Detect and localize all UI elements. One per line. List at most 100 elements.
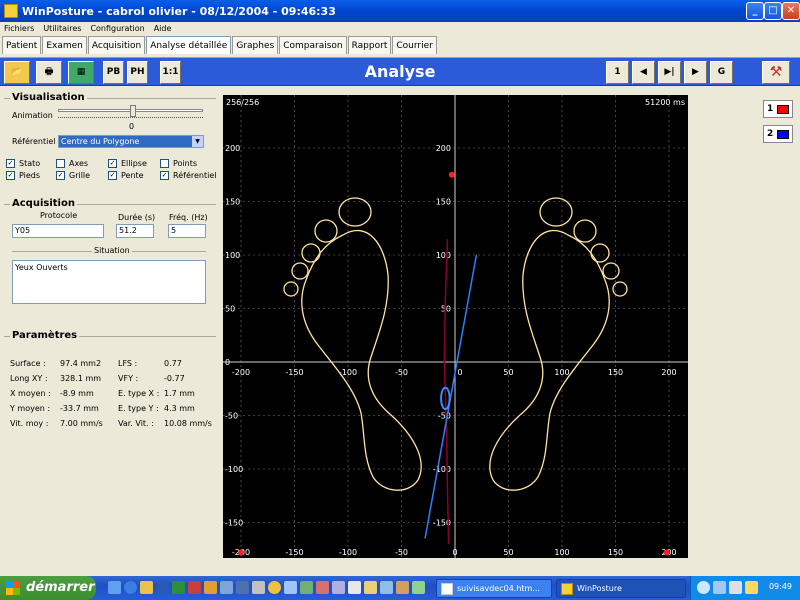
tab-courrier[interactable]: Courrier (392, 36, 437, 54)
referentiel-select[interactable]: Centre du Polygone ▼ (58, 135, 204, 148)
acquisition-group: Acquisition Protocole Durée (s) Fréq. (H… (4, 198, 216, 319)
outer-y-tick-label: 150 (225, 198, 240, 207)
menu-fichiers[interactable]: Fichiers (4, 22, 34, 35)
right-toe-5 (612, 281, 628, 297)
series-2-swatch (777, 130, 789, 139)
word-icon[interactable] (156, 581, 169, 594)
maximize-button[interactable]: □ (764, 2, 782, 20)
task-label-2: WinPosture (577, 584, 622, 593)
desktop-icon[interactable] (108, 581, 121, 594)
pb-button[interactable]: PB (103, 61, 124, 84)
vit-moy-value: 7.00 mm/s (60, 419, 103, 428)
situation-field[interactable]: Yeux Ouverts (12, 260, 206, 304)
explorer-icon[interactable] (140, 581, 153, 594)
next-button[interactable]: ▶ (684, 61, 707, 84)
long-xy-value: 328.1 mm (60, 374, 102, 383)
access-icon[interactable] (188, 581, 201, 594)
excel-icon[interactable] (172, 581, 185, 594)
app-icon-10[interactable] (268, 581, 281, 594)
pente-label: Pente (121, 171, 144, 180)
series-1-legend[interactable]: 1 (763, 100, 793, 118)
first-button[interactable]: 1 (606, 61, 629, 84)
ratio-button[interactable]: 1:1 (160, 61, 181, 84)
tab-graphes[interactable]: Graphes (232, 36, 279, 54)
inner-x-tick-label: -150 (285, 368, 303, 377)
menu-utilitaires[interactable]: Utilitaires (43, 22, 81, 35)
app-icon-11[interactable] (284, 581, 297, 594)
outer-x-tick-label: 50 (503, 548, 513, 557)
grille-checkbox[interactable]: ✓ (56, 171, 65, 180)
window-title: WinPosture - cabrol olivier - 08/12/2004… (22, 4, 336, 18)
start-label: démarrer (26, 580, 95, 595)
outer-x-tick-label: -50 (395, 548, 408, 557)
pente-checkbox[interactable]: ✓ (108, 171, 117, 180)
x-moyen-label: X moyen : (10, 389, 51, 398)
app-icon-9[interactable] (252, 581, 265, 594)
ie-icon[interactable] (124, 581, 137, 594)
minimize-button[interactable]: _ (746, 2, 764, 20)
animation-slider-thumb[interactable] (130, 105, 136, 117)
task-suivisavdec04[interactable]: suivisavdec04.htm... (436, 579, 552, 598)
posture-plot[interactable]: -200 -150 -100 -50 0 50 100 150 200 200 150 100 50 0 -… (223, 95, 688, 558)
app-icon-6[interactable] (204, 581, 217, 594)
right-toe-2 (573, 219, 597, 243)
app-icon-12[interactable] (300, 581, 313, 594)
prev-button[interactable]: ◀ (632, 61, 655, 84)
goto-button[interactable]: G (710, 61, 733, 84)
duree-label: Durée (s) (118, 213, 156, 222)
freq-field[interactable]: 5 (168, 224, 206, 238)
protocole-field[interactable]: Y05 (12, 224, 104, 238)
start-button[interactable]: démarrer (0, 576, 96, 600)
axes-checkbox[interactable] (56, 159, 65, 168)
play-end-button[interactable]: ▶| (658, 61, 681, 84)
app-icon-13[interactable] (316, 581, 329, 594)
app-icon-8[interactable] (236, 581, 249, 594)
open-icon[interactable]: 📂 (4, 61, 30, 84)
ph-button[interactable]: PH (127, 61, 148, 84)
left-toe-3 (301, 243, 321, 263)
tab-patient[interactable]: Patient (2, 36, 42, 54)
network-icon[interactable] (713, 581, 726, 594)
ellipse-checkbox[interactable]: ✓ (108, 159, 117, 168)
chevron-down-icon[interactable]: ▼ (192, 136, 203, 147)
help-icon[interactable] (697, 581, 710, 594)
app-icon-17[interactable] (380, 581, 393, 594)
left-toe-5 (283, 281, 299, 297)
series-2-legend[interactable]: 2 (763, 125, 793, 143)
etype-y-value: 4.3 mm (164, 404, 195, 413)
tab-acquisition[interactable]: Acquisition (87, 36, 146, 54)
tab-analyse-detaillee[interactable]: Analyse détaillée (146, 36, 232, 54)
left-panel: Visualisation Animation 0 Référentiel Ce… (4, 90, 216, 558)
duree-field[interactable]: 51.2 (116, 224, 154, 238)
axes-label: Axes (69, 159, 89, 168)
stato-checkbox[interactable]: ✓ (6, 159, 15, 168)
points-checkbox[interactable] (160, 159, 169, 168)
series-2-label: 2 (767, 129, 774, 139)
pieds-checkbox[interactable]: ✓ (6, 171, 15, 180)
tab-comparaison[interactable]: Comparaison (279, 36, 347, 54)
calculator-icon[interactable]: ▦ (68, 61, 94, 84)
visualisation-group: Visualisation Animation 0 Référentiel Ce… (4, 92, 216, 190)
menu-aide[interactable]: Aide (154, 22, 172, 35)
exit-icon[interactable]: ⚒ (762, 61, 790, 84)
x-moyen-value: -8.9 mm (60, 389, 94, 398)
slope-line (424, 254, 478, 539)
menu-configuration[interactable]: Configuration (90, 22, 144, 35)
windows-logo-icon (6, 581, 20, 595)
task-winposture[interactable]: WinPosture (556, 579, 686, 598)
volume-icon[interactable] (745, 581, 758, 594)
app-icon-16[interactable] (364, 581, 377, 594)
print-icon[interactable]: 🖶 (36, 61, 62, 84)
tab-examen[interactable]: Examen (42, 36, 87, 54)
inner-x-tick-label: 150 (608, 368, 623, 377)
plot-corner-left: 256/256 (226, 98, 259, 107)
tab-rapport[interactable]: Rapport (347, 36, 392, 54)
app-icon-18[interactable] (396, 581, 409, 594)
app-icon-7[interactable] (220, 581, 233, 594)
security-icon[interactable] (729, 581, 742, 594)
app-icon-14[interactable] (332, 581, 345, 594)
app-icon-19[interactable] (412, 581, 425, 594)
close-button[interactable]: ✕ (782, 2, 800, 20)
app-icon-15[interactable] (348, 581, 361, 594)
referentiel-checkbox[interactable]: ✓ (160, 171, 169, 180)
